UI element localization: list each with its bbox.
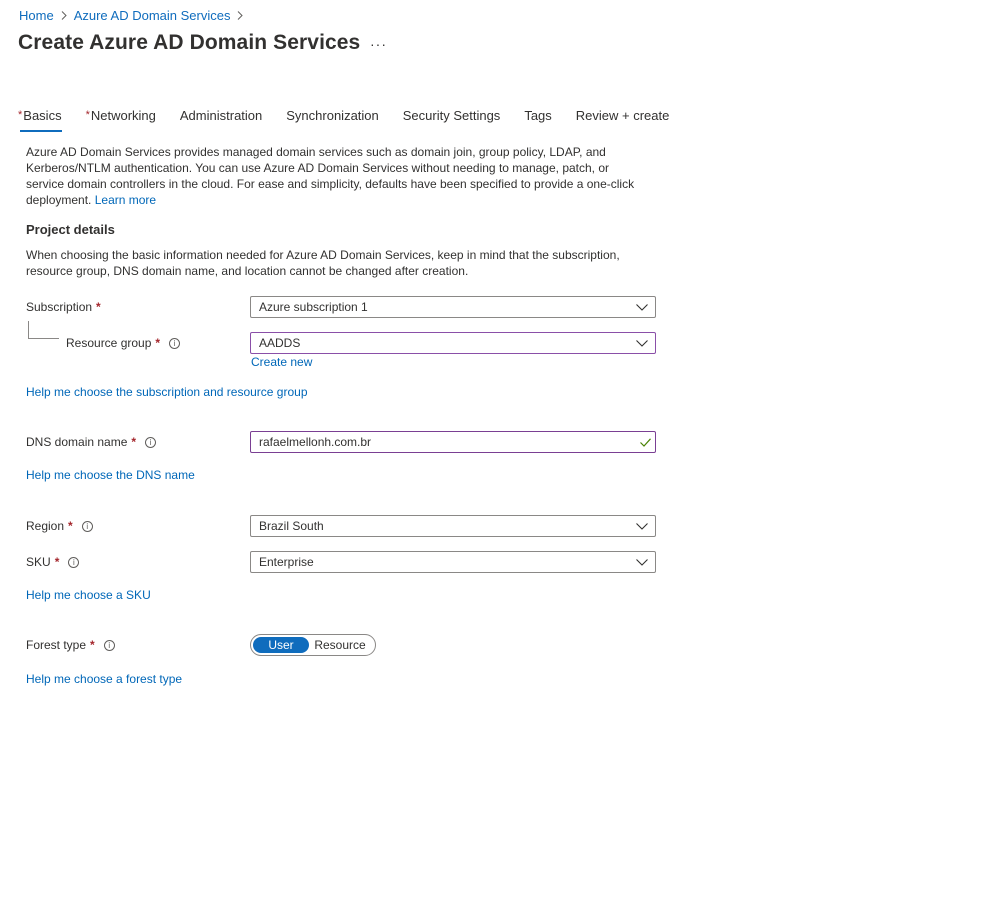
dns-domain-label-text: DNS domain name — [26, 435, 128, 449]
resource-group-dropdown[interactable]: AADDS — [250, 332, 656, 354]
tab-review-create[interactable]: Review + create — [576, 108, 670, 132]
forest-type-toggle: User Resource — [250, 634, 376, 656]
help-dns-link[interactable]: Help me choose the DNS name — [26, 468, 195, 482]
tab-label: Review + create — [575, 108, 670, 123]
sku-label: SKU * i — [26, 555, 80, 569]
subscription-dropdown[interactable]: Azure subscription 1 — [250, 296, 656, 318]
more-options-button[interactable]: ··· — [370, 36, 387, 52]
sku-value: Enterprise — [259, 555, 314, 569]
region-value: Brazil South — [259, 519, 324, 533]
tab-label: Networking — [90, 108, 156, 123]
tab-tags[interactable]: Tags — [524, 108, 551, 132]
subscription-label-text: Subscription — [26, 300, 93, 314]
forest-type-user-option[interactable]: User — [253, 637, 309, 653]
tab-networking[interactable]: *Networking — [86, 108, 156, 132]
tab-label: Basics — [23, 108, 62, 123]
tab-label: Administration — [179, 108, 263, 123]
dns-domain-value: rafaelmellonh.com.br — [259, 435, 372, 449]
project-details-heading: Project details — [26, 222, 115, 237]
required-marker: * — [54, 555, 60, 569]
dns-domain-label: DNS domain name * i — [26, 435, 157, 449]
info-icon[interactable]: i — [68, 556, 80, 568]
info-icon[interactable]: i — [103, 639, 115, 651]
help-subscription-link[interactable]: Help me choose the subscription and reso… — [26, 385, 308, 399]
chevron-right-icon — [61, 9, 67, 23]
forest-type-label: Forest type * i — [26, 638, 115, 652]
required-marker: * — [90, 638, 95, 652]
breadcrumb-parent-link[interactable]: Azure AD Domain Services — [74, 8, 231, 23]
required-marker: * — [96, 300, 101, 314]
tab-label: Tags — [524, 108, 552, 123]
project-details-description: When choosing the basic information need… — [26, 248, 620, 278]
tab-basics[interactable]: *Basics — [18, 108, 62, 132]
resource-group-label-text: Resource group — [66, 336, 152, 350]
info-icon[interactable]: i — [169, 337, 181, 349]
tree-connector — [28, 321, 59, 339]
required-marker: * — [85, 109, 90, 121]
dns-domain-input[interactable]: rafaelmellonh.com.br — [250, 431, 656, 453]
required-marker: * — [155, 336, 161, 350]
breadcrumb-home-link[interactable]: Home — [19, 8, 54, 23]
tab-label: Security Settings — [402, 108, 501, 123]
required-marker: * — [131, 435, 137, 449]
chevron-right-icon — [237, 9, 244, 23]
subscription-label: Subscription * — [26, 300, 101, 314]
info-icon[interactable]: i — [81, 520, 93, 532]
intro-description: Azure AD Domain Services provides manage… — [26, 144, 646, 208]
tab-label: Synchronization — [286, 108, 379, 123]
breadcrumb: Home Azure AD Domain Services — [19, 8, 250, 23]
help-sku-link[interactable]: Help me choose a SKU — [26, 588, 151, 602]
checkmark-icon — [635, 437, 655, 447]
chevron-down-icon — [629, 297, 655, 317]
help-forest-link[interactable]: Help me choose a forest type — [26, 672, 182, 686]
required-marker: * — [68, 519, 73, 533]
learn-more-link[interactable]: Learn more — [95, 193, 156, 207]
resource-group-value: AADDS — [259, 336, 301, 350]
required-marker: * — [18, 109, 23, 121]
chevron-down-icon — [629, 552, 655, 572]
region-label: Region * i — [26, 519, 93, 533]
subscription-value: Azure subscription 1 — [259, 300, 368, 314]
create-new-link[interactable]: Create new — [251, 355, 312, 369]
tab-synchronization[interactable]: Synchronization — [286, 108, 379, 132]
chevron-down-icon — [629, 333, 655, 353]
page-title: Create Azure AD Domain Services — [18, 31, 361, 54]
chevron-down-icon — [629, 516, 655, 536]
resource-group-label: Resource group * i — [66, 336, 181, 350]
region-label-text: Region — [26, 519, 65, 533]
sku-dropdown[interactable]: Enterprise — [250, 551, 656, 573]
tab-security-settings[interactable]: Security Settings — [403, 108, 501, 132]
forest-type-label-text: Forest type — [26, 638, 87, 652]
tab-bar: *Basics *Networking Administration Synch… — [18, 108, 693, 132]
region-dropdown[interactable]: Brazil South — [250, 515, 656, 537]
forest-type-resource-option[interactable]: Resource — [309, 637, 371, 653]
tab-administration[interactable]: Administration — [180, 108, 262, 132]
sku-label-text: SKU — [26, 555, 51, 569]
info-icon[interactable]: i — [145, 436, 157, 448]
